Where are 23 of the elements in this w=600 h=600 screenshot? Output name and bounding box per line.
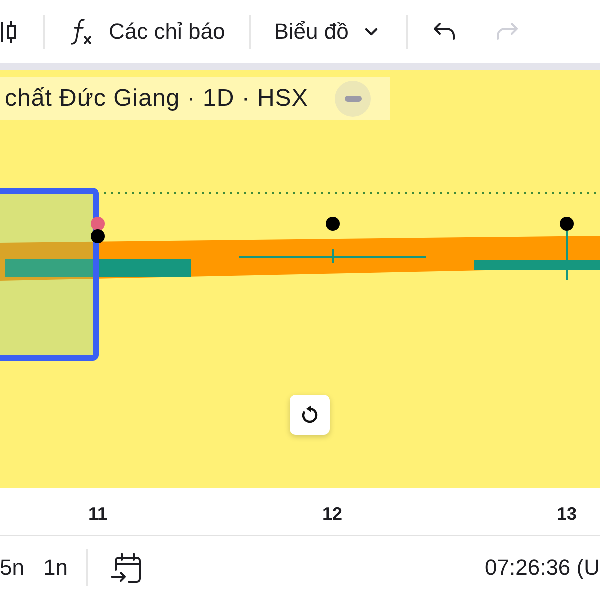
reset-icon — [300, 405, 320, 425]
function-icon — [71, 18, 92, 46]
candlestick-icon[interactable] — [0, 20, 18, 42]
axis-label: 11 — [88, 503, 108, 526]
data-point — [560, 217, 574, 231]
chart-type-dropdown[interactable]: Biểu đồ — [266, 10, 386, 54]
data-point — [91, 230, 105, 244]
axis-label: 13 — [556, 503, 578, 526]
minus-icon — [344, 96, 362, 102]
data-point — [326, 217, 340, 231]
symbol-title: chất Đức Giang · 1D · HSX — [4, 84, 308, 112]
redo-icon — [496, 22, 520, 41]
reset-button[interactable] — [290, 395, 330, 435]
calendar-icon — [110, 552, 142, 584]
axis-label: 12 — [322, 503, 343, 526]
data-point — [91, 217, 105, 231]
indicators-button[interactable]: Các chỉ báo — [63, 10, 234, 54]
range-button[interactable]: 5n — [0, 550, 24, 584]
chevron-down-icon — [364, 28, 378, 36]
range-button[interactable]: 1n — [43, 550, 68, 584]
time-text: 07:26:36 (U — [485, 554, 600, 580]
go-to-date-button[interactable] — [108, 550, 143, 584]
undo-icon — [433, 22, 456, 41]
